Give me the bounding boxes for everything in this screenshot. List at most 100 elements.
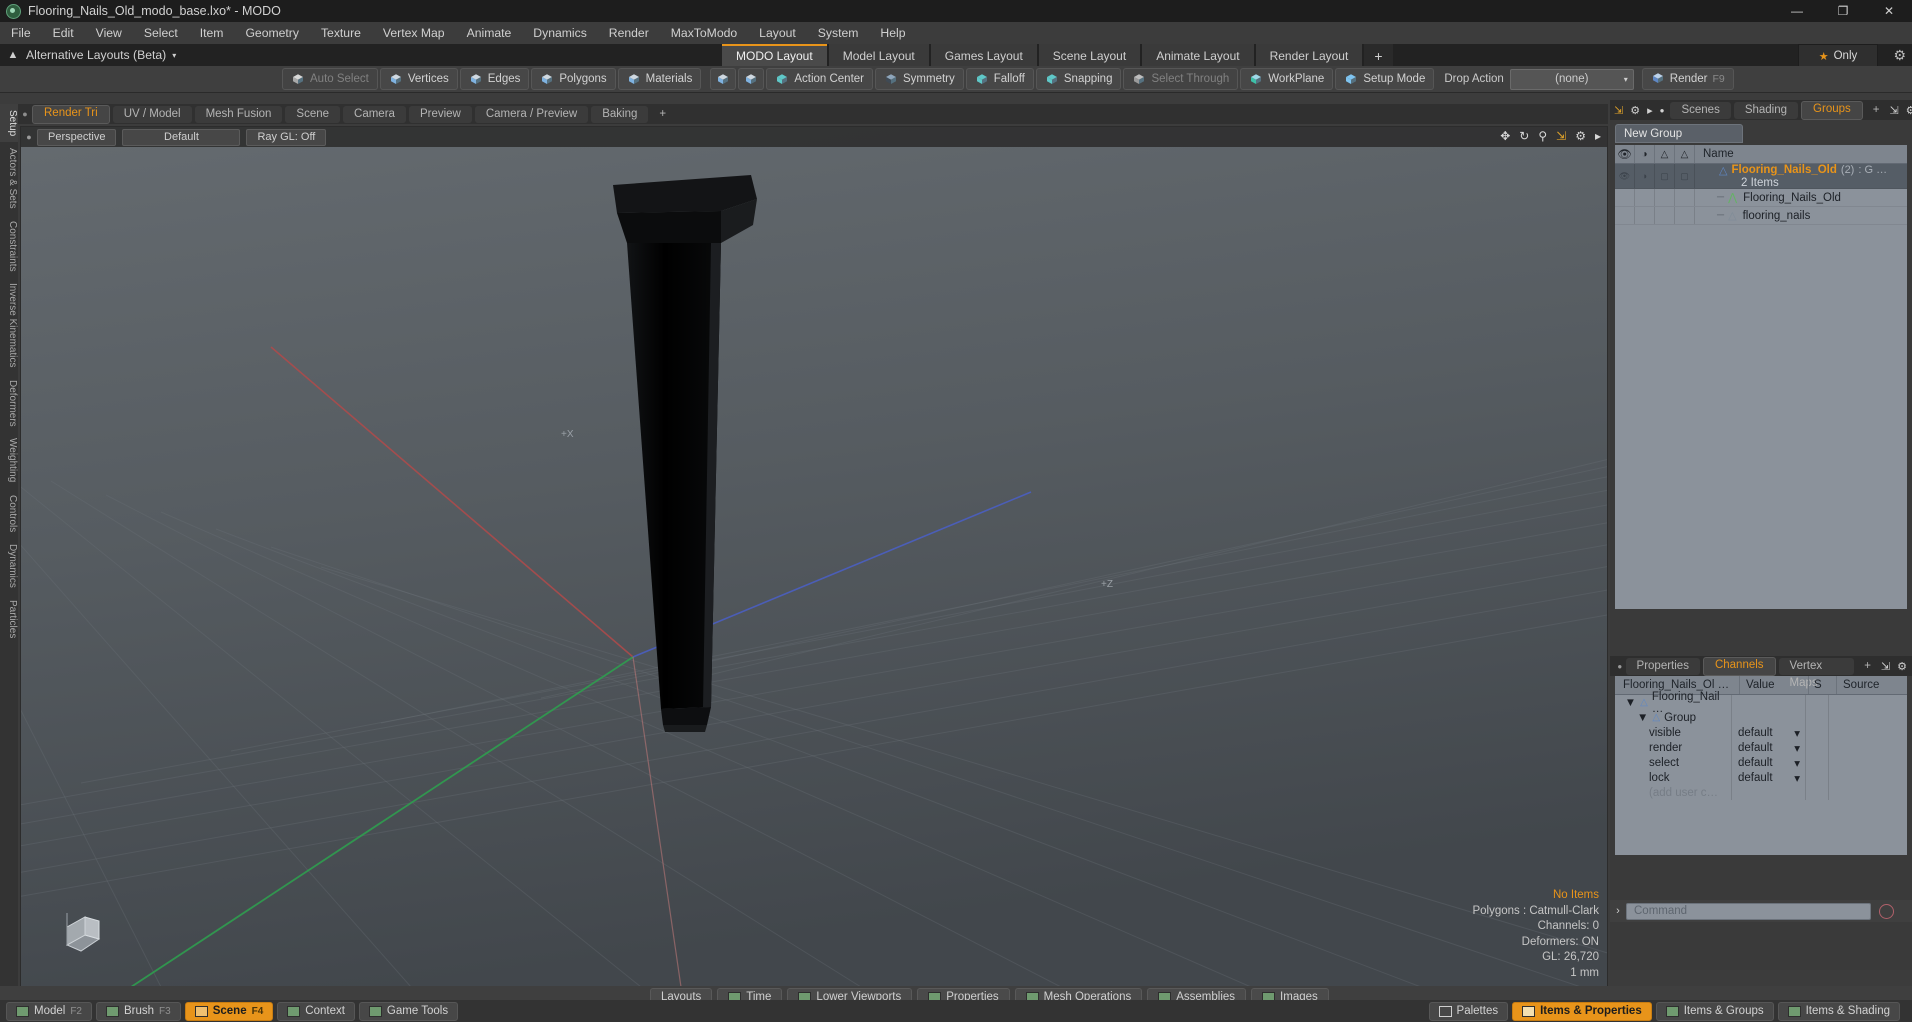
tree-item-mesh[interactable]: ─ △ flooring_nails: [1695, 207, 1907, 224]
left-tab-dynamics[interactable]: Dynamics: [0, 538, 18, 594]
twirl-icon[interactable]: ▼: [1625, 697, 1636, 709]
toolbar-button-auto-select[interactable]: Auto Select: [282, 68, 378, 90]
viewport-tab-mesh-fusion[interactable]: Mesh Fusion: [194, 105, 283, 123]
table-row[interactable]: ─ △ flooring_nails: [1615, 207, 1907, 225]
left-tab-controls[interactable]: Controls: [0, 489, 18, 538]
render-button[interactable]: Render F9: [1641, 68, 1734, 90]
viewport-tab-camera[interactable]: Camera: [343, 105, 406, 123]
dot-icon[interactable]: ●: [1660, 106, 1665, 115]
viewport-tab-render-tri[interactable]: Render Tri: [32, 104, 110, 124]
toolbar-button-symmetry[interactable]: Symmetry: [875, 68, 964, 90]
viewport-tab-uv-model[interactable]: UV / Model: [112, 105, 192, 123]
lock-icon[interactable]: △: [1675, 145, 1695, 163]
toolbar-button-materials[interactable]: Materials: [617, 68, 702, 90]
status-model[interactable]: Model F2: [6, 1001, 92, 1021]
add-viewport-tab-button[interactable]: +: [651, 106, 674, 123]
expand-icon[interactable]: ⇲: [1614, 104, 1623, 117]
panel-tab-scenes[interactable]: Scenes: [1670, 101, 1731, 119]
toolbar-button-snapping[interactable]: Snapping: [1035, 68, 1122, 90]
layout-tab-scene-layout[interactable]: Scene Layout: [1038, 44, 1141, 66]
tree-item-locator[interactable]: ─ ⋀ Flooring_Nails_Old: [1695, 189, 1907, 206]
channels-tab-channels[interactable]: Channels: [1702, 656, 1776, 676]
layout-tab-modo-layout[interactable]: MODO Layout: [722, 44, 827, 66]
rotate-icon[interactable]: ↻: [1519, 129, 1529, 143]
eye-icon[interactable]: 👁: [1615, 145, 1635, 163]
row-eye-icon[interactable]: 👁: [1615, 164, 1635, 188]
channel-value-cell[interactable]: [1732, 695, 1806, 710]
channel-value-cell[interactable]: [1732, 710, 1806, 725]
viewport-dot-icon[interactable]: ●: [18, 109, 32, 119]
menu-item-system[interactable]: System: [807, 22, 870, 44]
left-tab-weighting[interactable]: Weighting: [0, 432, 18, 488]
left-tab-setup[interactable]: Setup: [0, 104, 18, 143]
channels-dot-icon[interactable]: ●: [1614, 662, 1626, 671]
up-arrow-icon[interactable]: ▲: [0, 49, 26, 61]
left-tab-constraints[interactable]: Constraints: [0, 215, 18, 278]
maximize-button[interactable]: ❐: [1820, 0, 1866, 22]
channels-tab-vertex-maps[interactable]: Vertex Maps: [1778, 657, 1855, 689]
layout-tab-games-layout[interactable]: Games Layout: [930, 44, 1037, 66]
channel-value-cell[interactable]: default ▾: [1732, 740, 1806, 755]
table-row[interactable]: lock default ▾: [1615, 770, 1907, 785]
toolbar-button-polygons[interactable]: Polygons: [531, 68, 616, 90]
expand-icon[interactable]: ⇲: [1881, 660, 1890, 673]
gear-icon[interactable]: ⚙: [1630, 104, 1640, 117]
table-row[interactable]: visible default ▾: [1615, 725, 1907, 740]
table-row[interactable]: select default ▾: [1615, 755, 1907, 770]
new-group-button[interactable]: New Group: [1615, 124, 1743, 143]
drop-action-dropdown[interactable]: (none) ▾: [1509, 68, 1634, 90]
menu-item-vertex-map[interactable]: Vertex Map: [372, 22, 456, 44]
add-layout-button[interactable]: +: [1364, 44, 1393, 66]
row-eye-icon[interactable]: [1615, 189, 1635, 206]
toolbar-button-vertices[interactable]: Vertices: [379, 68, 458, 90]
table-row[interactable]: render default ▾: [1615, 740, 1907, 755]
menu-item-edit[interactable]: Edit: [42, 22, 85, 44]
status-context[interactable]: Context: [277, 1001, 355, 1021]
move-icon[interactable]: ✥: [1500, 129, 1510, 143]
layout-tab-render-layout[interactable]: Render Layout: [1255, 44, 1363, 66]
left-tab-inverse-kinematics[interactable]: Inverse Kinematics: [0, 277, 18, 373]
viewport-tab-scene[interactable]: Scene: [285, 105, 341, 123]
alternative-layouts-label[interactable]: Alternative Layouts (Beta): [26, 48, 166, 62]
layout-tab-model-layout[interactable]: Model Layout: [828, 44, 929, 66]
render-icon[interactable]: ◑: [1635, 145, 1655, 163]
viewport-tab-preview[interactable]: Preview: [408, 105, 472, 123]
chevron-down-icon[interactable]: ▾: [172, 51, 176, 60]
status-game-tools[interactable]: Game Tools: [358, 1001, 459, 1021]
menu-item-animate[interactable]: Animate: [456, 22, 523, 44]
fit-icon[interactable]: ⇲: [1556, 129, 1566, 143]
palette-items-groups[interactable]: Items & Groups: [1655, 1001, 1774, 1021]
gear-icon[interactable]: ⚙: [1897, 660, 1907, 673]
channel-value-cell[interactable]: default ▾: [1732, 770, 1806, 785]
row-eye-icon[interactable]: [1615, 207, 1635, 224]
channels-tab-properties[interactable]: Properties: [1625, 657, 1700, 675]
row-select-checkbox[interactable]: ▢: [1655, 164, 1675, 188]
toolbar-button-setup-mode[interactable]: Setup Mode: [1335, 68, 1435, 90]
twirl-icon[interactable]: ▼: [1637, 712, 1648, 724]
toolbar-button-workplane[interactable]: WorkPlane: [1240, 68, 1334, 90]
toolbar-button-select-through[interactable]: Select Through: [1123, 68, 1239, 90]
left-tab-deformers[interactable]: Deformers: [0, 374, 18, 433]
gear-icon[interactable]: ⚙: [1893, 47, 1906, 64]
play-icon[interactable]: ▸: [1595, 129, 1601, 143]
minimize-button[interactable]: —: [1774, 0, 1820, 22]
palette-items-shading[interactable]: Items & Shading: [1777, 1001, 1900, 1021]
zoom-icon[interactable]: ⚲: [1538, 129, 1547, 143]
channel-value-cell[interactable]: [1732, 785, 1806, 800]
status-brush[interactable]: Brush F3: [96, 1001, 181, 1021]
table-row[interactable]: (add user c…: [1615, 785, 1907, 800]
row-render-icon[interactable]: [1635, 207, 1655, 224]
viewport-menu-dot-icon[interactable]: ●: [21, 132, 37, 142]
viewport-tab-baking[interactable]: Baking: [591, 105, 649, 123]
menu-item-maxtomodo[interactable]: MaxToModo: [660, 22, 748, 44]
add-panel-tab-button[interactable]: +: [1866, 102, 1887, 119]
gear-icon[interactable]: ⚙: [1575, 129, 1586, 143]
row-lock-checkbox[interactable]: ▢: [1675, 164, 1695, 188]
toolbar-button-falloff[interactable]: Falloff: [965, 68, 1034, 90]
menu-item-view[interactable]: View: [85, 22, 133, 44]
expand-icon[interactable]: ⇲: [1889, 104, 1898, 117]
close-button[interactable]: ✕: [1866, 0, 1912, 22]
row-lock-checkbox[interactable]: [1675, 189, 1695, 206]
toolbar-button-item-mode[interactable]: [710, 68, 737, 90]
select-icon[interactable]: △: [1655, 145, 1675, 163]
